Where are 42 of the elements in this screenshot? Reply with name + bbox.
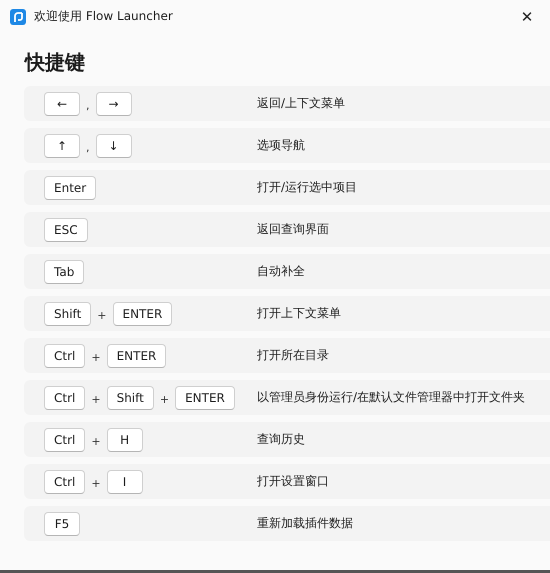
key-separator: , bbox=[86, 141, 90, 154]
keyboard-key: ENTER bbox=[112, 302, 172, 326]
key-separator: + bbox=[91, 435, 101, 448]
key-separator: + bbox=[91, 351, 101, 364]
key-separator: + bbox=[91, 477, 101, 490]
keyboard-key: → bbox=[96, 92, 132, 116]
key-separator: , bbox=[86, 99, 90, 112]
keyboard-key: Ctrl bbox=[44, 344, 86, 368]
key-separator: + bbox=[91, 393, 101, 406]
keyboard-key: ↓ bbox=[96, 134, 132, 158]
keyboard-key: I bbox=[106, 470, 143, 494]
keyboard-key: ↑ bbox=[44, 134, 80, 158]
key-separator: + bbox=[97, 309, 106, 322]
keyboard-key: Ctrl bbox=[44, 386, 86, 410]
shortcut-description: 以管理员身份运行/在默认文件管理器中打开文件夹 bbox=[257, 389, 526, 406]
keyboard-key: ENTER bbox=[106, 344, 166, 368]
section-heading: 快捷键 bbox=[25, 49, 86, 76]
keyboard-key: ENTER bbox=[175, 386, 235, 410]
keyboard-key: Enter bbox=[44, 176, 96, 200]
shortcut-description: 返回查询界面 bbox=[257, 221, 329, 238]
close-button[interactable]: ✕ bbox=[504, 0, 550, 33]
keyboard-key: Shift bbox=[106, 386, 154, 410]
keyboard-key: F5 bbox=[44, 512, 80, 536]
shortcut-description: 打开所在目录 bbox=[257, 347, 329, 364]
keyboard-key: H bbox=[106, 428, 143, 452]
keyboard-key: ← bbox=[44, 92, 80, 116]
keyboard-key: Shift bbox=[44, 302, 92, 326]
shortcut-description: 打开上下文菜单 bbox=[257, 305, 341, 322]
key-separator: + bbox=[160, 393, 170, 406]
keyboard-key: Ctrl bbox=[44, 470, 86, 494]
shortcut-description: 自动补全 bbox=[257, 263, 305, 280]
keyboard-key: Ctrl bbox=[44, 428, 86, 452]
shortcut-description: 返回/上下文菜单 bbox=[257, 95, 346, 112]
shortcut-description: 打开设置窗口 bbox=[257, 473, 329, 490]
app-logo-icon bbox=[10, 8, 26, 24]
shortcut-description: 查询历史 bbox=[257, 431, 305, 448]
shortcut-description: 打开/运行选中项目 bbox=[257, 179, 358, 196]
window-title: 欢迎使用 Flow Launcher bbox=[34, 8, 174, 25]
keyboard-key: ESC bbox=[44, 218, 88, 242]
shortcut-description: 重新加载插件数据 bbox=[257, 515, 353, 532]
shortcut-description: 选项导航 bbox=[257, 137, 305, 154]
keyboard-key: Tab bbox=[44, 260, 84, 284]
